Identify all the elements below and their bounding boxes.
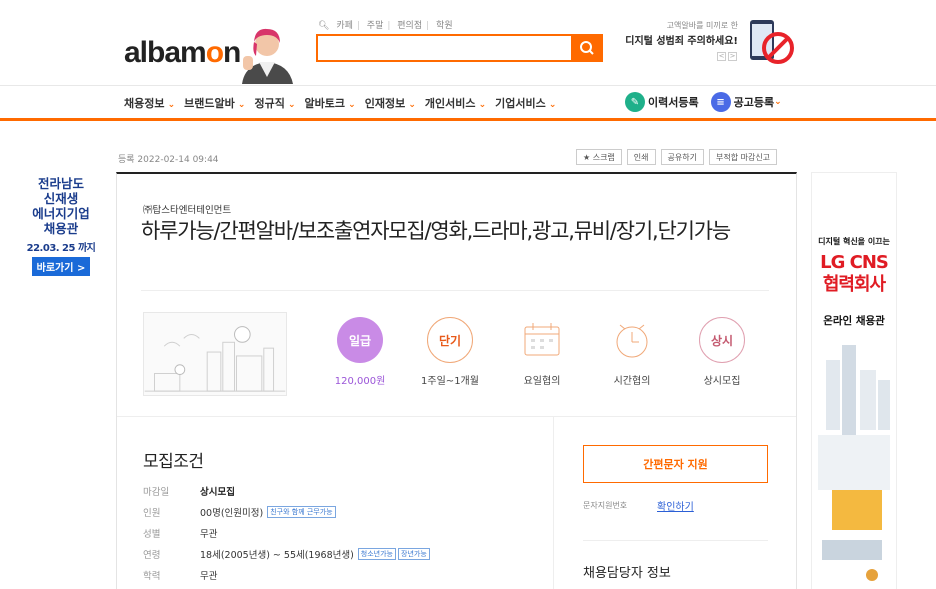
nav-item-fulltime[interactable]: 정규직	[254, 95, 295, 111]
clock-icon	[609, 317, 655, 363]
recruit-value: 상시모집	[703, 376, 741, 387]
print-button[interactable]: 인쇄	[626, 149, 656, 165]
condition-row: 연령 18세(2005년생) ~ 55세(1968년생) 청소년가능 장년가능	[143, 543, 430, 564]
sms-confirm-link[interactable]: 확인하기	[657, 498, 694, 513]
scrap-button[interactable]: ★ 스크랩	[576, 149, 622, 165]
condition-days: 요일협의	[502, 317, 582, 387]
row-key: 인원	[143, 507, 161, 519]
divider: |	[426, 21, 430, 31]
condition-recruit: 상시 상시모집	[682, 317, 762, 387]
header-divider	[0, 85, 936, 86]
row-key: 연령	[143, 549, 161, 561]
right-ad-caption: 온라인 채용관	[823, 315, 885, 327]
left-ad-date: 22.03. 25 까지	[26, 243, 96, 254]
quick-link[interactable]: 학원	[436, 21, 453, 31]
share-button[interactable]: 공유하기	[660, 149, 704, 165]
left-ad-button[interactable]: 바로가기 >	[31, 257, 91, 276]
resume-icon: ✎	[625, 92, 645, 112]
top-ad-headline[interactable]: 디지털 성범죄 주의하세요!	[620, 32, 738, 47]
post-register-link[interactable]: 공고등록	[734, 94, 774, 110]
quick-link[interactable]: 주말	[367, 21, 384, 31]
tag-badge: 청소년가능	[357, 547, 396, 560]
right-ad-headline: LG CNS 협력회사	[820, 252, 889, 295]
quick-link[interactable]: 카페	[336, 21, 353, 31]
row-value: 18세(2005년생) ~ 55세(1968년생)	[200, 549, 354, 561]
period-value: 1주일~1개월	[421, 376, 479, 387]
divider	[141, 290, 769, 291]
next-arrow-icon[interactable]: >	[728, 52, 737, 61]
nav-item-business[interactable]: 기업서비스	[495, 95, 556, 111]
row-key: 학력	[143, 570, 161, 582]
right-ad-subtext: 디지털 혁신을 이끄는	[818, 237, 890, 246]
calendar-icon	[519, 317, 565, 363]
row-value: 무관	[200, 528, 218, 540]
registered-date: 등록 2022-02-14 09:44	[118, 155, 219, 165]
top-ad-pager: < >	[715, 52, 737, 61]
divider	[583, 540, 768, 541]
salary-value: 120,000원	[334, 376, 386, 387]
condition-time: 시간협의	[592, 317, 672, 387]
nav-item-brand[interactable]: 브랜드알바	[184, 95, 245, 111]
search-icon	[580, 41, 594, 55]
row-key: 마감일	[143, 486, 170, 498]
company-name[interactable]: ㈜탑스타엔터테인먼트	[143, 202, 231, 216]
top-quick-links: 🔍︎ 카페 | 주말 | 편의점 | 학원	[318, 18, 457, 31]
top-ad-subtext: 고액알바를 미끼로 한	[666, 21, 738, 30]
left-banner-ad[interactable]: 전라남도 신재생 에너지기업 채용관 22.03. 25 까지 바로가기 >	[25, 176, 97, 276]
sms-number-label: 문자지원번호	[583, 501, 628, 510]
post-tools: ★ 스크랩 인쇄 공유하기 부적합 마감신고	[576, 149, 778, 165]
row-value: 상시모집	[200, 486, 235, 498]
nav-actions: ✎ 이력서등록 ≡ 공고등록 ⌄	[625, 92, 782, 112]
nav-underline	[0, 118, 936, 121]
resume-register-link[interactable]: 이력서등록	[648, 94, 699, 110]
period-badge: 단기	[427, 317, 473, 363]
condition-period: 단기 1주일~1개월	[410, 317, 490, 387]
prev-arrow-icon[interactable]: <	[717, 52, 726, 61]
divider	[117, 416, 796, 417]
job-title: 하루가능/간편알바/보조출연자모집/영화,드라마,광고,뮤비/장기,단기가능	[141, 219, 731, 243]
row-value: 무관	[200, 570, 218, 582]
nav-item-talk[interactable]: 알바토크	[305, 95, 356, 111]
search-button[interactable]	[571, 34, 603, 62]
row-value: 00명(인원미정)	[200, 507, 264, 519]
divider: |	[387, 21, 391, 31]
nav-item-personal[interactable]: 개인서비스	[425, 95, 486, 111]
nav-item-talent[interactable]: 인재정보	[365, 95, 416, 111]
tag-badge: 친구와 함께 근무가능	[267, 505, 336, 518]
report-button[interactable]: 부적합 마감신고	[708, 149, 778, 165]
albamon-logo[interactable]: albamon	[124, 36, 241, 70]
model-illustration	[242, 28, 293, 84]
recruit-conditions: 마감일 상시모집 인원 00명(인원미정) 친구와 함께 근무가능 성별 무관 …	[143, 480, 430, 585]
section-title: 모집조건	[143, 452, 204, 472]
workplace-illustration	[143, 312, 287, 396]
condition-row: 성별 무관	[143, 522, 430, 543]
left-ad-line: 전라남도	[37, 176, 84, 191]
post-icon: ≡	[710, 92, 731, 112]
left-ad-line: 채용관	[43, 221, 79, 236]
salary-badge: 일급	[337, 317, 383, 363]
sms-apply-button[interactable]: 간편문자 지원	[583, 445, 768, 483]
row-key: 성별	[143, 528, 161, 540]
manager-info-title: 채용담당자 정보	[583, 566, 671, 581]
column-divider	[553, 417, 554, 589]
time-value: 시간협의	[613, 376, 651, 387]
city-illustration	[818, 345, 890, 581]
search-small-icon: 🔍︎	[318, 21, 330, 31]
recruit-badge: 상시	[699, 317, 745, 363]
divider: |	[356, 21, 360, 31]
chevron-down-icon: ⌄	[774, 97, 782, 107]
phone-prohibited-icon	[750, 20, 794, 64]
days-value: 요일협의	[523, 376, 561, 387]
condition-salary: 일급 120,000원	[320, 317, 400, 387]
quick-link[interactable]: 편의점	[397, 21, 422, 31]
condition-row: 마감일 상시모집	[143, 480, 430, 501]
condition-row: 학력 무관	[143, 564, 430, 585]
left-ad-line: 신재생	[43, 191, 79, 206]
main-nav: 채용정보 브랜드알바 정규직 알바토크 인재정보 개인서비스 기업서비스	[124, 95, 556, 111]
condition-row: 인원 00명(인원미정) 친구와 함께 근무가능	[143, 501, 430, 522]
left-ad-line: 에너지기업	[32, 206, 90, 221]
tag-badge: 장년가능	[398, 547, 430, 560]
nav-item-jobs[interactable]: 채용정보	[124, 95, 175, 111]
search-input[interactable]	[316, 34, 572, 62]
